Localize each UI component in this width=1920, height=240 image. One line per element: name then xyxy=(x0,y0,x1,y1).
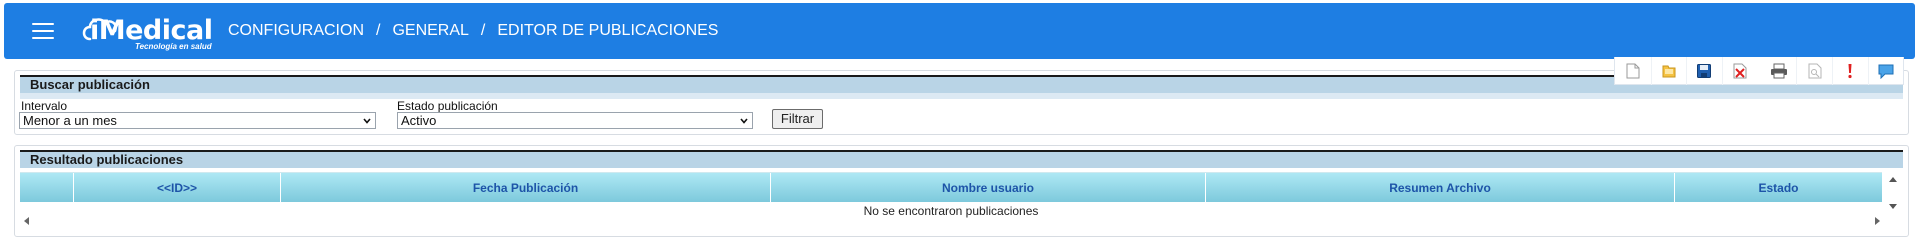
status-select[interactable]: Activo xyxy=(397,112,753,129)
breadcrumb: CONFIGURACION / GENERAL / EDITOR DE PUBLICAC… xyxy=(228,22,718,40)
column-header-usuario[interactable]: Nombre usuario xyxy=(770,173,1205,203)
menu-icon[interactable] xyxy=(32,23,54,39)
app-logo[interactable]: iMedical Tecnología en salud xyxy=(80,9,213,53)
new-document-icon[interactable] xyxy=(1615,57,1651,85)
alert-icon[interactable] xyxy=(1832,56,1868,85)
breadcrumb-item-general[interactable]: GENERAL xyxy=(392,22,468,40)
print-icon[interactable] xyxy=(1761,57,1797,85)
column-header-resumen[interactable]: Resumen Archivo xyxy=(1205,173,1674,203)
column-header-fecha[interactable]: Fecha Publicación xyxy=(280,173,770,203)
column-header-id[interactable]: <<ID>> xyxy=(73,173,280,203)
breadcrumb-item-editor: EDITOR DE PUBLICACIONES xyxy=(497,22,719,39)
interval-select[interactable]: Menor a un mes xyxy=(19,112,376,129)
preview-icon[interactable] xyxy=(1796,56,1832,85)
scroll-right-icon[interactable] xyxy=(1872,216,1882,226)
result-panel: Resultado publicaciones <<ID>> Fecha Pub… xyxy=(14,145,1909,237)
results-table-header: <<ID>> Fecha Publicación Nombre usuario … xyxy=(20,172,1882,203)
empty-results-message: No se encontraron publicaciones xyxy=(863,204,1039,218)
interval-select-value: Menor a un mes xyxy=(23,113,117,128)
chat-icon[interactable] xyxy=(1867,56,1904,85)
result-panel-title: Resultado publicaciones xyxy=(20,150,1903,168)
logo-tagline: Tecnología en salud xyxy=(135,42,212,51)
interval-label: Intervalo xyxy=(21,99,68,113)
scroll-down-icon xyxy=(1889,204,1897,209)
chevron-down-icon xyxy=(363,118,371,124)
column-header-selector xyxy=(20,173,73,203)
status-select-value: Activo xyxy=(401,113,437,128)
action-toolbar xyxy=(1614,56,1904,85)
delete-icon[interactable] xyxy=(1721,56,1758,85)
scroll-up-icon xyxy=(1889,177,1897,182)
column-header-estado[interactable]: Estado xyxy=(1674,173,1882,203)
breadcrumb-separator: / xyxy=(480,22,486,39)
folder-icon[interactable] xyxy=(1650,56,1687,85)
chevron-down-icon xyxy=(740,118,748,124)
vertical-scrollbar[interactable] xyxy=(1884,172,1902,216)
status-label: Estado publicación xyxy=(397,99,498,113)
filter-button[interactable]: Filtrar xyxy=(772,109,823,129)
save-icon[interactable] xyxy=(1686,56,1722,85)
breadcrumb-separator: / xyxy=(376,22,381,39)
panel-header-band xyxy=(20,93,1903,99)
scroll-left-icon[interactable] xyxy=(22,216,32,226)
breadcrumb-item-configuracion[interactable]: CONFIGURACION xyxy=(228,22,364,40)
top-header: iMedical Tecnología en salud CONFIGURACI… xyxy=(4,3,1915,59)
